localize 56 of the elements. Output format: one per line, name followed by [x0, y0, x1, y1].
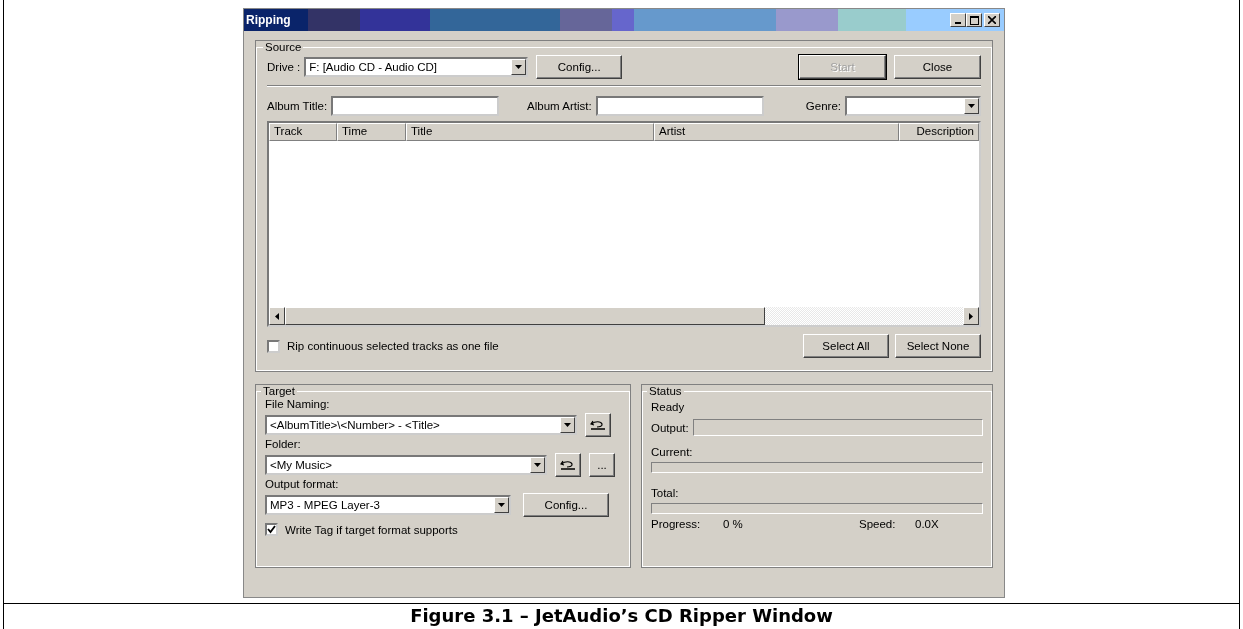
close-button[interactable] [984, 13, 1000, 27]
config-button[interactable]: Config... [523, 493, 609, 517]
field-label: Album Artist: [527, 100, 592, 112]
checkbox-label[interactable]: Rip continuous selected tracks as one file [287, 340, 499, 352]
album-title-field[interactable] [331, 96, 500, 116]
maximize-icon [969, 15, 979, 25]
column-header[interactable]: Artist [654, 123, 899, 141]
checkbox-label[interactable]: Write Tag if target format supports [285, 523, 458, 536]
group-label: Status [648, 385, 683, 397]
horizontal-scrollbar[interactable] [269, 307, 979, 325]
maximize-button[interactable] [966, 13, 982, 27]
select-button[interactable]: Select All [803, 334, 889, 358]
scrollbar-thumb[interactable] [285, 307, 765, 325]
column-header[interactable]: Time [337, 123, 406, 141]
figure-caption: Figure 3.1 – JetAudio’s CD Ripper Window [409, 604, 834, 626]
reset-button[interactable] [585, 413, 611, 437]
column-header[interactable]: Description [899, 123, 979, 141]
drive-dropdown[interactable]: F: [Audio CD - Audio CD] [304, 57, 529, 77]
meter-label: Output: [651, 421, 689, 434]
field-label: Album Title: [267, 100, 328, 112]
config-button[interactable]: Config... [536, 55, 623, 79]
speed-value: 0.0X [915, 518, 939, 530]
field-label: Output format: [265, 478, 340, 492]
undo-icon [560, 459, 576, 471]
select-button[interactable]: Select None [895, 334, 981, 358]
checkbox[interactable] [265, 523, 278, 536]
column-header[interactable]: Track [269, 123, 337, 141]
group-label: Target [262, 385, 296, 397]
meter-label: Total: [651, 487, 680, 499]
speed-label: Speed: [859, 518, 897, 530]
minimize-button[interactable] [950, 13, 966, 27]
meter-label: Current: [651, 446, 694, 458]
field-label: File Naming: [265, 398, 331, 412]
window-title: Ripping [246, 13, 291, 27]
column-header[interactable]: Title [406, 123, 654, 141]
album-artist-field[interactable] [595, 96, 764, 116]
progress-value: 0 % [723, 518, 744, 530]
genre-dropdown[interactable] [845, 96, 981, 116]
folder-dropdown[interactable]: <My Music> [265, 455, 547, 475]
file-naming-dropdown[interactable]: <AlbumTitle>\<Number> - <Title> [265, 415, 577, 435]
field-label: Drive : [267, 61, 301, 73]
output-format-dropdown[interactable]: MP3 - MPEG Layer-3 [265, 495, 511, 515]
track-list[interactable]: Track Time Title Artist Description [267, 121, 981, 327]
status-text: Ready [651, 401, 686, 413]
field-label: Folder: [265, 438, 302, 452]
group-label: Source [264, 41, 303, 53]
browse-button[interactable]: ... [589, 453, 615, 477]
undo-icon [590, 419, 606, 431]
field-label: Genre: [805, 100, 841, 112]
reset-button[interactable] [555, 453, 581, 477]
scroll-right-icon[interactable] [963, 307, 979, 325]
checkbox[interactable] [267, 339, 280, 353]
close-icon [988, 16, 996, 24]
scroll-left-icon[interactable] [269, 307, 285, 325]
progress-label: Progress: [651, 518, 702, 530]
dialog-button[interactable]: Close [894, 55, 981, 79]
